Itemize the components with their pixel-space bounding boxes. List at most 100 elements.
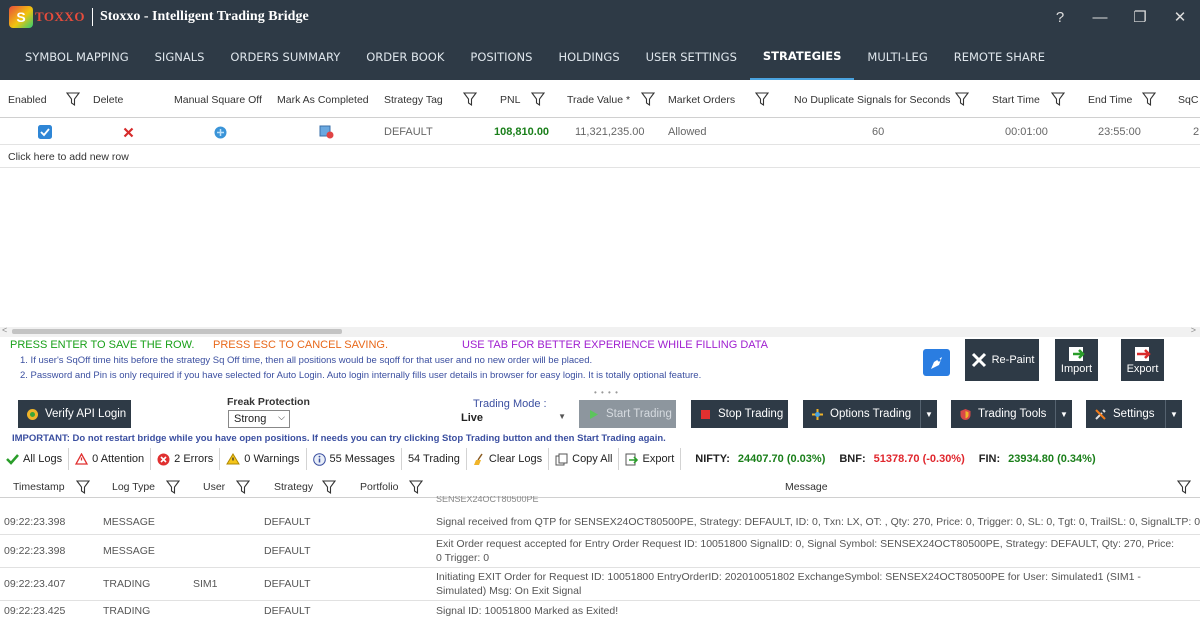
tab-order-book[interactable]: ORDER BOOK — [353, 34, 457, 80]
filter-icon[interactable] — [530, 91, 546, 107]
freak-protection-select[interactable]: Strong ⌵ — [228, 410, 290, 428]
log-col-timestamp[interactable]: Timestamp — [13, 476, 65, 498]
filter-icon[interactable] — [1176, 479, 1192, 495]
panel-splitter[interactable]: • • • • — [594, 388, 619, 397]
tab-signals[interactable]: SIGNALS — [142, 34, 218, 80]
col-market-orders[interactable]: Market Orders — [668, 82, 735, 118]
col-no-duplicate-signals[interactable]: No Duplicate Signals for Seconds — [794, 82, 950, 118]
filter-icon[interactable] — [1141, 91, 1157, 107]
log-col-strategy[interactable]: Strategy — [274, 476, 313, 498]
clear-logs-button[interactable]: Clear Logs — [467, 448, 550, 470]
col-delete[interactable]: Delete — [93, 82, 123, 118]
filter-icon[interactable] — [235, 479, 251, 495]
export-logs-button[interactable]: Export — [619, 448, 682, 470]
col-end-time[interactable]: End Time — [1088, 82, 1132, 118]
tab-orders-summary[interactable]: ORDERS SUMMARY — [217, 34, 353, 80]
filter-icon[interactable] — [462, 91, 478, 107]
col-start-time[interactable]: Start Time — [992, 82, 1040, 118]
log-row[interactable]: 09:22:23.407 TRADING SIM1 DEFAULT Initia… — [0, 568, 1200, 601]
strategy-tag-cell[interactable]: DEFAULT — [384, 119, 433, 145]
horizontal-scrollbar[interactable]: < > — [0, 325, 1200, 337]
logo-icon: S — [9, 6, 33, 28]
copy-all-button[interactable]: Copy All — [549, 448, 620, 470]
repaint-label: Re-Paint — [991, 354, 1035, 366]
errors-filter[interactable]: 2 Errors — [151, 448, 221, 470]
filter-icon[interactable] — [321, 479, 337, 495]
stop-icon — [701, 409, 710, 419]
hint-enter: PRESS ENTER TO SAVE THE ROW. — [10, 339, 195, 351]
chevron-down-icon: ⌵ — [278, 412, 285, 422]
tab-holdings[interactable]: HOLDINGS — [545, 34, 632, 80]
filter-icon[interactable] — [408, 479, 424, 495]
caret-down-icon[interactable]: ▼ — [1165, 400, 1182, 428]
export-button[interactable]: Export — [1121, 339, 1164, 381]
tab-positions[interactable]: POSITIONS — [457, 34, 545, 80]
verify-api-login-button[interactable]: Verify API Login — [18, 400, 131, 428]
col-manual-square-off[interactable]: Manual Square Off — [174, 82, 262, 118]
settings-button[interactable]: Settings ▼ — [1086, 400, 1182, 428]
start-trading-button[interactable]: Start Trading — [579, 400, 676, 428]
start-time-cell[interactable]: 00:01:00 — [1005, 119, 1048, 145]
options-trading-button[interactable]: Options Trading ▼ — [803, 400, 937, 428]
help-button[interactable]: ? — [1040, 0, 1080, 34]
repaint-button[interactable]: Re-Paint — [965, 339, 1039, 381]
minimize-button[interactable]: — — [1080, 0, 1120, 34]
app-logo: S TOXXO — [9, 6, 85, 28]
caret-down-icon[interactable]: ▼ — [1055, 400, 1072, 428]
tab-remote-share[interactable]: REMOTE SHARE — [941, 34, 1058, 80]
filter-icon[interactable] — [75, 479, 91, 495]
delete-icon[interactable] — [123, 119, 134, 145]
attention-filter[interactable]: 0 Attention — [69, 448, 152, 470]
scroll-right-icon[interactable]: > — [1191, 325, 1196, 335]
tab-user-settings[interactable]: USER SETTINGS — [633, 34, 750, 80]
tab-symbol-mapping[interactable]: SYMBOL MAPPING — [12, 34, 142, 80]
stop-trading-button[interactable]: Stop Trading — [691, 400, 788, 428]
log-row[interactable]: 09:22:23.425 TRADING DEFAULT Signal ID: … — [0, 601, 1200, 617]
mark-completed-icon[interactable] — [319, 119, 334, 145]
filter-icon[interactable] — [954, 91, 970, 107]
pin-tool-button[interactable] — [923, 349, 950, 376]
close-button[interactable]: ✕ — [1160, 0, 1200, 34]
options-icon — [812, 408, 823, 420]
square-off-icon[interactable] — [214, 119, 227, 145]
trading-tools-label: Trading Tools — [978, 408, 1047, 420]
add-new-row[interactable]: Click here to add new row — [0, 146, 1200, 168]
log-row[interactable]: 09:22:23.398 MESSAGE DEFAULT Signal rece… — [0, 508, 1200, 535]
log-col-message[interactable]: Message — [785, 476, 828, 498]
filter-icon[interactable] — [1050, 91, 1066, 107]
log-col-log-type[interactable]: Log Type — [112, 476, 155, 498]
trading-mode-select[interactable]: Live ▼ — [461, 410, 566, 426]
log-col-portfolio[interactable]: Portfolio — [360, 476, 399, 498]
all-logs-button[interactable]: All Logs — [0, 448, 70, 470]
scroll-left-icon[interactable]: < — [2, 325, 7, 335]
col-strategy-tag[interactable]: Strategy Tag — [384, 82, 443, 118]
enabled-checkbox[interactable] — [38, 119, 52, 145]
log-row[interactable]: 09:22:23.398 MESSAGE DEFAULT Exit Order … — [0, 535, 1200, 568]
col-mark-completed[interactable]: Mark As Completed — [277, 82, 369, 118]
col-enabled[interactable]: Enabled — [8, 82, 47, 118]
scroll-thumb[interactable] — [12, 329, 342, 334]
filter-icon[interactable] — [65, 91, 81, 107]
trading-filter[interactable]: 54 Trading — [402, 448, 467, 470]
messages-filter[interactable]: 55 Messages — [307, 448, 402, 470]
col-sqc[interactable]: SqC — [1178, 82, 1200, 118]
log-col-user[interactable]: User — [203, 476, 225, 498]
caret-down-icon[interactable]: ▼ — [920, 400, 937, 428]
start-trading-label: Start Trading — [606, 408, 672, 420]
filter-icon[interactable] — [165, 479, 181, 495]
end-time-cell[interactable]: 23:55:00 — [1098, 119, 1141, 145]
col-pnl[interactable]: PNL — [500, 82, 520, 118]
import-button[interactable]: Import — [1055, 339, 1098, 381]
market-orders-cell[interactable]: Allowed — [668, 119, 707, 145]
maximize-button[interactable]: ❐ — [1120, 0, 1160, 34]
warnings-filter[interactable]: 0 Warnings — [220, 448, 307, 470]
filter-icon[interactable] — [640, 91, 656, 107]
filter-icon[interactable] — [754, 91, 770, 107]
tab-strategies[interactable]: STRATEGIES — [749, 34, 855, 80]
table-row[interactable]: DEFAULT 108,810.00 11,321,235.00 Allowed… — [0, 119, 1200, 145]
trading-tools-button[interactable]: Trading Tools ▼ — [951, 400, 1072, 428]
no-dup-seconds-cell[interactable]: 60 — [872, 119, 884, 145]
tab-multi-leg[interactable]: MULTI-LEG — [854, 34, 940, 80]
col-trade-value[interactable]: Trade Value * — [567, 82, 630, 118]
sqc-cell[interactable]: 2 — [1193, 119, 1199, 145]
